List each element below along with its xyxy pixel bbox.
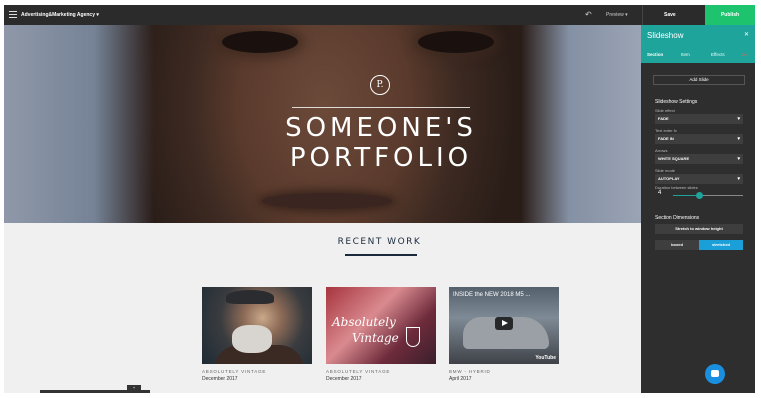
card-category: BMW - HYBRID [449, 369, 491, 374]
chevron-down-icon: ▾ [737, 116, 740, 122]
select-value: WHITE SQUARE [658, 156, 690, 161]
boxed-toggle[interactable]: boxed [655, 240, 699, 250]
portfolio-card[interactable]: Absolutely Vintage ABSOLUTELY VINTAGE De… [326, 287, 436, 382]
wine-glass-icon [406, 327, 420, 347]
site-selector[interactable]: Advertising&Marketing Agency ▾ [21, 12, 99, 18]
field-label: Slide effect [655, 108, 675, 113]
slide-mode-select[interactable]: AUTOPLAY ▾ [655, 174, 743, 184]
thumb-overlay-text: Vintage [352, 331, 399, 345]
play-icon[interactable] [495, 317, 513, 330]
menu-icon[interactable] [9, 11, 17, 18]
duration-value: 4 [658, 190, 662, 196]
top-toolbar: Advertising&Marketing Agency ▾ ↶ Preview… [4, 5, 755, 25]
duration-slider-handle[interactable] [696, 192, 703, 199]
recent-work-section: RECENT WORK ABSOLUTELY VINTAGE December … [4, 223, 641, 393]
stretch-height-button[interactable]: Stretch to window height [655, 224, 743, 234]
thumb-detail [226, 290, 274, 304]
hero-title-line1: SOMEONE'S [285, 113, 477, 143]
chat-icon[interactable] [705, 364, 725, 384]
tab-section[interactable]: Section [647, 52, 663, 57]
bottom-bar [40, 390, 150, 393]
site-name: Advertising&Marketing Agency [21, 12, 95, 18]
arrows-select[interactable]: WHITE SQUARE ▾ [655, 154, 743, 164]
card-date: December 2017 [326, 376, 362, 382]
chevron-down-icon: ▾ [737, 176, 740, 182]
publish-button[interactable]: Publish [705, 5, 755, 25]
card-date: December 2017 [202, 376, 238, 382]
card-thumbnail[interactable]: Absolutely Vintage [326, 287, 436, 364]
tab-delete[interactable]: Del [741, 52, 748, 57]
preview-dropdown[interactable]: Preview ▾ [606, 12, 628, 18]
close-icon[interactable]: ✕ [744, 31, 749, 38]
card-date: April 2017 [449, 376, 472, 382]
hero-background-left [4, 25, 154, 223]
hero-divider [292, 107, 470, 108]
add-section-icon[interactable]: + [127, 385, 141, 390]
select-value: AUTOPLAY [658, 176, 680, 181]
dimensions-heading: Section Dimensions [655, 215, 700, 221]
stretched-toggle[interactable]: stretched [699, 240, 743, 250]
field-label: Arrows [655, 148, 668, 153]
panel-header: Slideshow ✕ Section Item Effects Del [641, 25, 755, 63]
thumb-detail [232, 325, 272, 353]
field-label: Text enter fx [655, 128, 677, 133]
select-value: FADE [658, 116, 669, 121]
hero-photo-detail [418, 31, 494, 53]
hero-title-line2: PORTFOLIO [289, 143, 473, 173]
slide-effect-select[interactable]: FADE ▾ [655, 114, 743, 124]
hero-photo-detail [262, 193, 392, 209]
tab-item[interactable]: Item [681, 52, 690, 57]
chevron-down-icon: ▾ [737, 156, 740, 162]
field-label: Duration between slides [655, 185, 698, 190]
settings-heading: Slideshow Settings [655, 99, 698, 105]
slideshow-settings-panel: Slideshow ✕ Section Item Effects Del Add… [641, 25, 755, 393]
thumb-overlay-text: Absolutely [332, 315, 396, 329]
panel-tabs: Section Item Effects Del [641, 49, 755, 61]
add-slide-button[interactable]: Add Slide [653, 75, 745, 85]
portfolio-card[interactable]: INSIDE the NEW 2018 M5 ... YouTube BMW -… [449, 287, 559, 382]
editor-window: Advertising&Marketing Agency ▾ ↶ Preview… [4, 5, 755, 393]
youtube-logo-icon: YouTube [535, 355, 556, 361]
select-value: FADE IN [658, 136, 674, 141]
chevron-down-icon: ▾ [737, 136, 740, 142]
toolbar-divider [642, 5, 643, 25]
video-title: INSIDE the NEW 2018 M5 ... [453, 292, 531, 298]
text-enter-select[interactable]: FADE IN ▾ [655, 134, 743, 144]
video-thumbnail[interactable]: INSIDE the NEW 2018 M5 ... YouTube [449, 287, 559, 364]
heading-underline [345, 254, 417, 256]
portfolio-card[interactable]: ABSOLUTELY VINTAGE December 2017 [202, 287, 312, 382]
card-category: ABSOLUTELY VINTAGE [326, 369, 391, 374]
portfolio-logo-icon: P. [370, 75, 390, 95]
hero-slideshow[interactable]: P. SOMEONE'S PORTFOLIO [4, 25, 641, 223]
field-label: Slide mode [655, 168, 676, 173]
panel-title: Slideshow [647, 31, 684, 40]
save-button[interactable]: Save [664, 12, 676, 18]
hero-photo-detail [222, 31, 298, 53]
card-thumbnail[interactable] [202, 287, 312, 364]
tab-effects[interactable]: Effects [711, 52, 725, 57]
hero-background-right [521, 25, 641, 223]
card-category: ABSOLUTELY VINTAGE [202, 369, 267, 374]
undo-icon[interactable]: ↶ [585, 10, 592, 19]
chevron-down-icon: ▾ [96, 12, 99, 18]
